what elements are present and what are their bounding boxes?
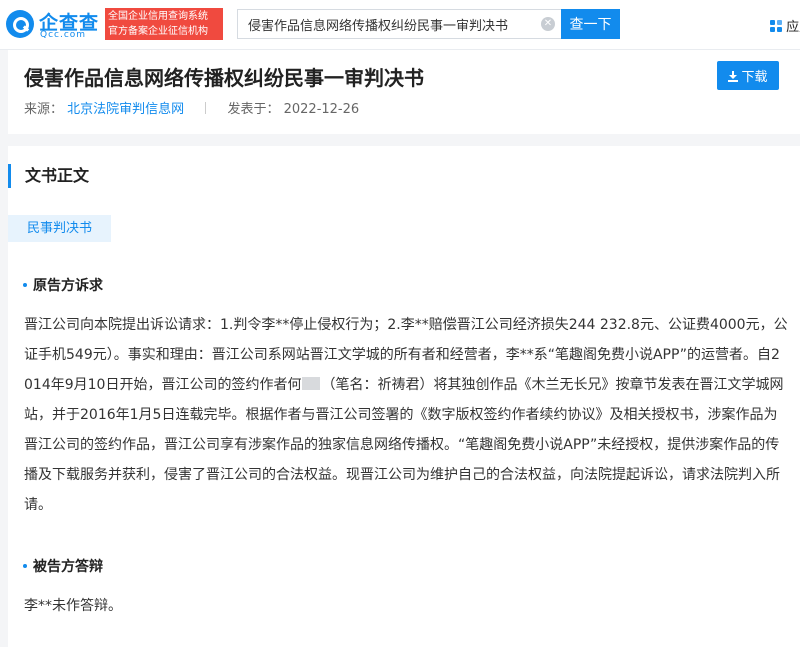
- download-label: 下载: [741, 70, 768, 85]
- clear-icon[interactable]: ✕: [541, 17, 555, 31]
- slogan-badge: 全国企业信用查询系统 官方备案企业征信机构: [105, 8, 223, 40]
- app-menu[interactable]: 应用: [770, 16, 800, 34]
- apps-grid-icon: [770, 20, 782, 32]
- defendant-heading-label: 被告方答辩: [33, 559, 103, 575]
- slogan-line-2: 官方备案企业征信机构: [108, 26, 208, 37]
- magnifier-logo-icon: [6, 10, 34, 38]
- qcc-logo[interactable]: 企查查 Qcc.com: [6, 9, 104, 41]
- search-input[interactable]: [238, 10, 538, 38]
- plaintiff-heading-label: 原告方诉求: [33, 278, 103, 294]
- source-link[interactable]: 北京法院审判信息网: [67, 102, 184, 117]
- top-bar: 企查查 Qcc.com 全国企业信用查询系统 官方备案企业征信机构 ✕ 查一下 …: [0, 0, 800, 50]
- download-button[interactable]: 下载: [717, 61, 779, 90]
- redacted-name: [302, 377, 321, 390]
- doc-type-tag: 民事判决书: [8, 215, 111, 242]
- meta-divider: [205, 102, 207, 114]
- document-meta: 来源： 北京法院审判信息网 发表于： 2022-12-26: [24, 98, 359, 117]
- bullet-dot: [23, 283, 27, 287]
- download-icon: [728, 71, 739, 82]
- plaintiff-claims-text: 晋江公司向本院提出诉讼请求：1.判令李**停止侵权行为；2.李**赔偿晋江公司经…: [24, 310, 788, 520]
- source-label: 来源：: [24, 102, 64, 117]
- bullet-dot: [23, 564, 27, 568]
- publish-date: 2022-12-26: [283, 102, 360, 117]
- search-button[interactable]: 查一下: [561, 9, 620, 39]
- defendant-heading: 被告方答辩: [23, 556, 103, 576]
- plaintiff-text-part-2: （笔名：祈祷君）将其独创作品《木兰无长兄》按章节发表在晋江文学城网站，并于201…: [24, 377, 784, 513]
- plaintiff-heading: 原告方诉求: [23, 275, 103, 295]
- logo-domain: Qcc.com: [40, 30, 87, 40]
- search-box: ✕: [237, 9, 561, 39]
- document-body: 文书正文 民事判决书 原告方诉求 晋江公司向本院提出诉讼请求：1.判令李**停止…: [8, 146, 800, 647]
- defendant-reply-text: 李**未作答辩。: [24, 598, 122, 614]
- section-title: 文书正文: [8, 164, 89, 188]
- page-title: 侵害作品信息网络传播权纠纷民事一审判决书: [24, 66, 424, 90]
- slogan-line-1: 全国企业信用查询系统: [108, 11, 208, 22]
- date-label: 发表于：: [227, 102, 280, 117]
- document-header: 侵害作品信息网络传播权纠纷民事一审判决书 来源： 北京法院审判信息网 发表于： …: [8, 50, 800, 134]
- app-menu-label: 应用: [786, 20, 800, 34]
